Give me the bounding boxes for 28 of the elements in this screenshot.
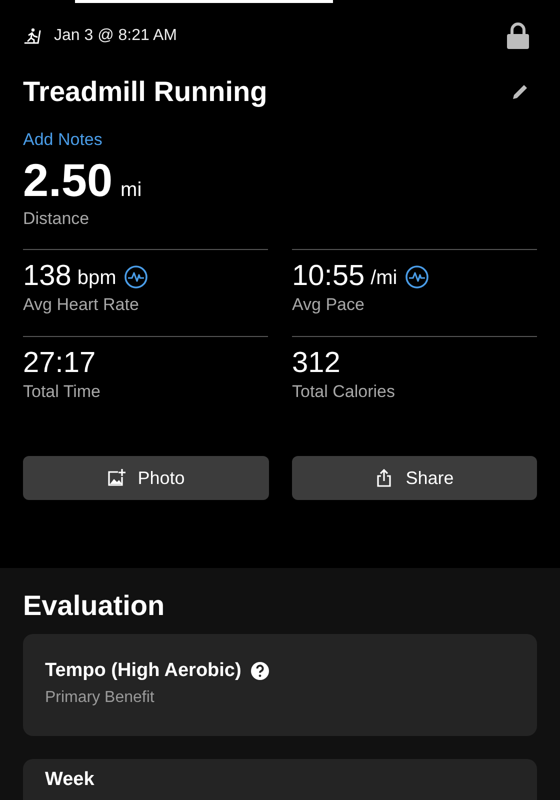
workout-date: Jan 3 @ 8:21 AM — [54, 27, 177, 45]
running-icon — [23, 27, 41, 45]
evaluation-card[interactable]: Tempo (High Aerobic) Primary Benefit — [23, 634, 537, 736]
card-title: Week — [45, 769, 94, 791]
card-title: Tempo (High Aerobic) — [45, 660, 242, 682]
stat-value: 27:17 — [23, 347, 96, 380]
stat-value: 10:55 — [292, 260, 365, 293]
stat-label: Avg Pace — [292, 295, 366, 315]
add-notes-link[interactable]: Add Notes — [23, 130, 102, 150]
section-title: Evaluation — [23, 590, 166, 622]
share-icon — [374, 469, 394, 487]
stat-unit: /mi — [370, 267, 398, 290]
evaluation-card[interactable]: Week — [23, 759, 537, 800]
pencil-icon — [510, 82, 530, 102]
distance-unit: mi — [120, 179, 142, 202]
stat-label: Total Time — [23, 382, 102, 402]
stat-label: Avg Heart Rate — [23, 295, 140, 315]
stat-value: 312 — [292, 347, 340, 380]
stat-value: 138 — [23, 260, 72, 293]
activity-title: Treadmill Running — [23, 76, 268, 108]
stat-unit: bpm — [77, 267, 116, 290]
photo-button[interactable]: Photo — [23, 456, 268, 500]
add-photo-icon — [106, 469, 126, 487]
share-button[interactable]: Share — [292, 456, 537, 500]
stat-label: Total Calories — [292, 382, 396, 402]
card-subtitle: Primary Benefit — [45, 689, 156, 707]
distance-value: 2.50 — [23, 153, 113, 207]
distance-label: Distance — [23, 209, 90, 229]
